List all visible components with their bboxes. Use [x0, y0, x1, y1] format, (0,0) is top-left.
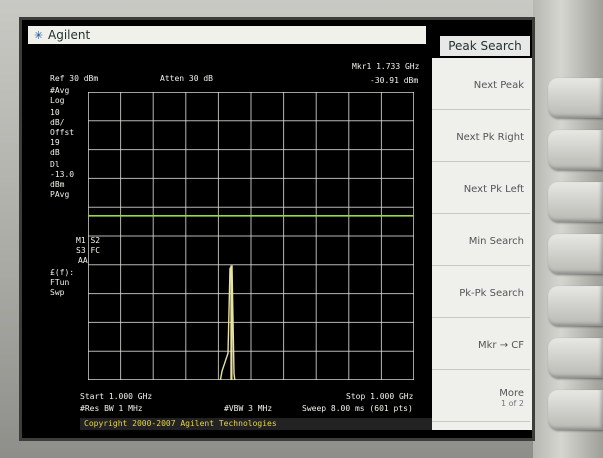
left-annotation-14: £(f):: [50, 268, 75, 277]
left-annotation-4: Offst: [50, 128, 75, 137]
agilent-logo-icon: ✳: [34, 29, 44, 42]
left-annotation-3: dB/: [50, 118, 65, 127]
softkey-menu-title: Peak Search: [440, 36, 530, 56]
window-title: Agilent: [48, 28, 91, 42]
resolution-bandwidth: #Res BW 1 MHz: [80, 404, 143, 413]
window-titlebar: ✳ Agilent: [28, 26, 426, 44]
softkey-button-4[interactable]: [548, 234, 603, 274]
marker-frequency-readout: Mkr1 1.733 GHz: [352, 62, 420, 71]
softkey-button-1[interactable]: [548, 78, 603, 118]
left-annotation-16: Swp: [50, 288, 65, 297]
spectrum-graticule: ◆: [88, 92, 414, 380]
ref-level-readout: Ref 30 dBm: [50, 74, 99, 83]
left-annotation-10: PAvg: [50, 190, 70, 199]
softkey-more[interactable]: More 1 of 2: [432, 374, 530, 422]
softkey-next-pk-right[interactable]: Next Pk Right: [432, 114, 530, 162]
left-annotation-6: dB: [50, 148, 60, 157]
left-annotation-1: Log: [50, 96, 65, 105]
copyright-bar: Copyright 2000-2007 Agilent Technologies: [80, 418, 432, 430]
video-bandwidth: #VBW 3 MHz: [224, 404, 273, 413]
left-annotation-2: 10: [50, 108, 60, 117]
left-annotation-9: dBm: [50, 180, 65, 189]
attenuation-readout: Atten 30 dB: [160, 74, 213, 83]
softkey-button-3[interactable]: [548, 182, 603, 222]
left-annotation-15: FTun: [50, 278, 70, 287]
left-annotation-5: 19: [50, 138, 60, 147]
softkey-pk-pk-search[interactable]: Pk-Pk Search: [432, 270, 530, 318]
softkey-button-2[interactable]: [548, 130, 603, 170]
left-annotation-13: AA: [78, 256, 88, 265]
softkey-next-pk-left[interactable]: Next Pk Left: [432, 166, 530, 214]
softkey-button-5[interactable]: [548, 286, 603, 326]
softkey-mkr-cf[interactable]: Mkr → CF: [432, 322, 530, 370]
softkey-min-search[interactable]: Min Search: [432, 218, 530, 266]
softkey-next-peak[interactable]: Next Peak: [432, 62, 530, 110]
left-annotation-8: -13.0: [50, 170, 75, 179]
softkey-button-6[interactable]: [548, 338, 603, 378]
softkey-button-7[interactable]: [548, 390, 603, 430]
marker-1-glyph: ◆: [227, 378, 232, 380]
marker-amplitude-readout: -30.91 dBm: [370, 76, 419, 85]
left-annotation-0: #Avg: [50, 86, 70, 95]
left-annotation-7: Dl: [50, 160, 60, 169]
sweep-time: Sweep 8.00 ms (601 pts): [302, 404, 413, 413]
stop-frequency: Stop 1.000 GHz: [346, 392, 414, 401]
start-frequency: Start 1.000 GHz: [80, 392, 153, 401]
